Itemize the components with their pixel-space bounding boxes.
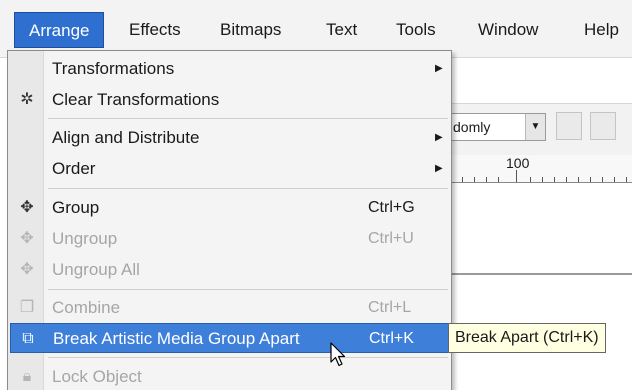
menu-item-order[interactable]: Order ▶ bbox=[10, 154, 449, 184]
toolbar-icon-a[interactable] bbox=[556, 112, 582, 140]
menu-separator bbox=[48, 188, 448, 189]
group-icon: ✥ bbox=[20, 199, 34, 216]
ruler-tick bbox=[614, 177, 615, 182]
combine-icon: ❐ bbox=[19, 299, 35, 316]
menu-item-group[interactable]: ✥ Group Ctrl+G bbox=[10, 193, 449, 223]
menu-effects[interactable]: Effects bbox=[115, 12, 195, 48]
menu-arrange[interactable]: Arrange bbox=[14, 12, 105, 48]
menu-item-label: Combine bbox=[52, 298, 121, 317]
ruler-tick bbox=[486, 177, 487, 182]
combo-value: domly bbox=[453, 119, 491, 135]
mouse-cursor-icon bbox=[330, 342, 346, 367]
menu-item-label: Break Artistic Media Group Apart bbox=[53, 329, 300, 348]
clear-transformations-icon: ✲ bbox=[20, 91, 34, 108]
menu-item-shortcut: Ctrl+K bbox=[369, 330, 414, 347]
ruler-tick bbox=[516, 170, 517, 182]
ruler-tick bbox=[462, 177, 463, 182]
page-border bbox=[440, 273, 632, 275]
ruler-tick bbox=[474, 177, 475, 182]
menu-item-lock-object: 🔒︎ Lock Object bbox=[10, 362, 449, 390]
ruler-tick bbox=[530, 177, 531, 182]
menu-bitmaps[interactable]: Bitmaps bbox=[206, 12, 295, 48]
submenu-arrow-icon: ▶ bbox=[435, 63, 443, 74]
menu-item-label: Lock Object bbox=[52, 367, 142, 386]
submenu-arrow-icon: ▶ bbox=[435, 132, 443, 143]
ruler-tick bbox=[626, 177, 627, 182]
menu-item-ungroup: ✥ Ungroup Ctrl+U bbox=[10, 224, 449, 254]
ruler-tick bbox=[602, 177, 603, 182]
ruler-tick bbox=[590, 177, 591, 182]
ungroup-all-icon: ✥ bbox=[20, 261, 34, 278]
ruler-tick bbox=[498, 177, 499, 182]
menu-item-label: Transformations bbox=[52, 59, 175, 78]
horizontal-ruler: 100 bbox=[440, 155, 632, 183]
menu-tools[interactable]: Tools bbox=[382, 12, 450, 48]
menu-item-clear-transformations[interactable]: ✲ Clear Transformations bbox=[10, 85, 449, 115]
menu-item-transformations[interactable]: Transformations ▶ bbox=[10, 54, 449, 84]
ruler-label: 100 bbox=[506, 155, 530, 171]
menu-item-ungroup-all: ✥ Ungroup All bbox=[10, 255, 449, 285]
menu-item-label: Ungroup bbox=[52, 229, 118, 248]
menu-item-combine: ❐ Combine Ctrl+L bbox=[10, 293, 449, 323]
ruler-tick bbox=[578, 177, 579, 182]
menu-separator bbox=[48, 289, 448, 290]
lock-icon: 🔒︎ bbox=[22, 368, 32, 385]
menu-item-label: Align and Distribute bbox=[52, 128, 200, 147]
fill-mode-combo[interactable]: domly ▼ bbox=[446, 113, 546, 141]
tooltip: Break Apart (Ctrl+K) bbox=[448, 323, 606, 353]
ungroup-icon: ✥ bbox=[20, 230, 34, 247]
menu-item-label: Ungroup All bbox=[52, 260, 140, 279]
menu-item-label: Order bbox=[52, 159, 96, 178]
ruler-tick bbox=[566, 177, 567, 182]
menu-item-shortcut: Ctrl+L bbox=[368, 299, 412, 316]
menu-item-label: Clear Transformations bbox=[52, 90, 220, 109]
menu-item-shortcut: Ctrl+G bbox=[368, 199, 415, 216]
menu-text[interactable]: Text bbox=[312, 12, 371, 48]
menu-window[interactable]: Window bbox=[464, 12, 552, 48]
menu-item-break-apart[interactable]: ⧉ Break Artistic Media Group Apart Ctrl+… bbox=[10, 323, 449, 353]
toolbar-icon-b[interactable] bbox=[590, 112, 616, 140]
chevron-down-icon[interactable]: ▼ bbox=[525, 114, 545, 140]
menu-item-align-distribute[interactable]: Align and Distribute ▶ bbox=[10, 123, 449, 153]
menu-separator bbox=[48, 357, 448, 358]
menu-separator bbox=[48, 118, 448, 119]
menu-item-label: Group bbox=[52, 198, 100, 217]
ruler-tick bbox=[542, 177, 543, 182]
break-apart-icon: ⧉ bbox=[22, 330, 34, 347]
menu-help[interactable]: Help bbox=[570, 12, 632, 48]
submenu-arrow-icon: ▶ bbox=[435, 163, 443, 174]
ruler-tick bbox=[554, 177, 555, 182]
menu-item-shortcut: Ctrl+U bbox=[368, 230, 414, 247]
arrange-dropdown-menu: Transformations ▶ ✲ Clear Transformation… bbox=[7, 50, 452, 390]
